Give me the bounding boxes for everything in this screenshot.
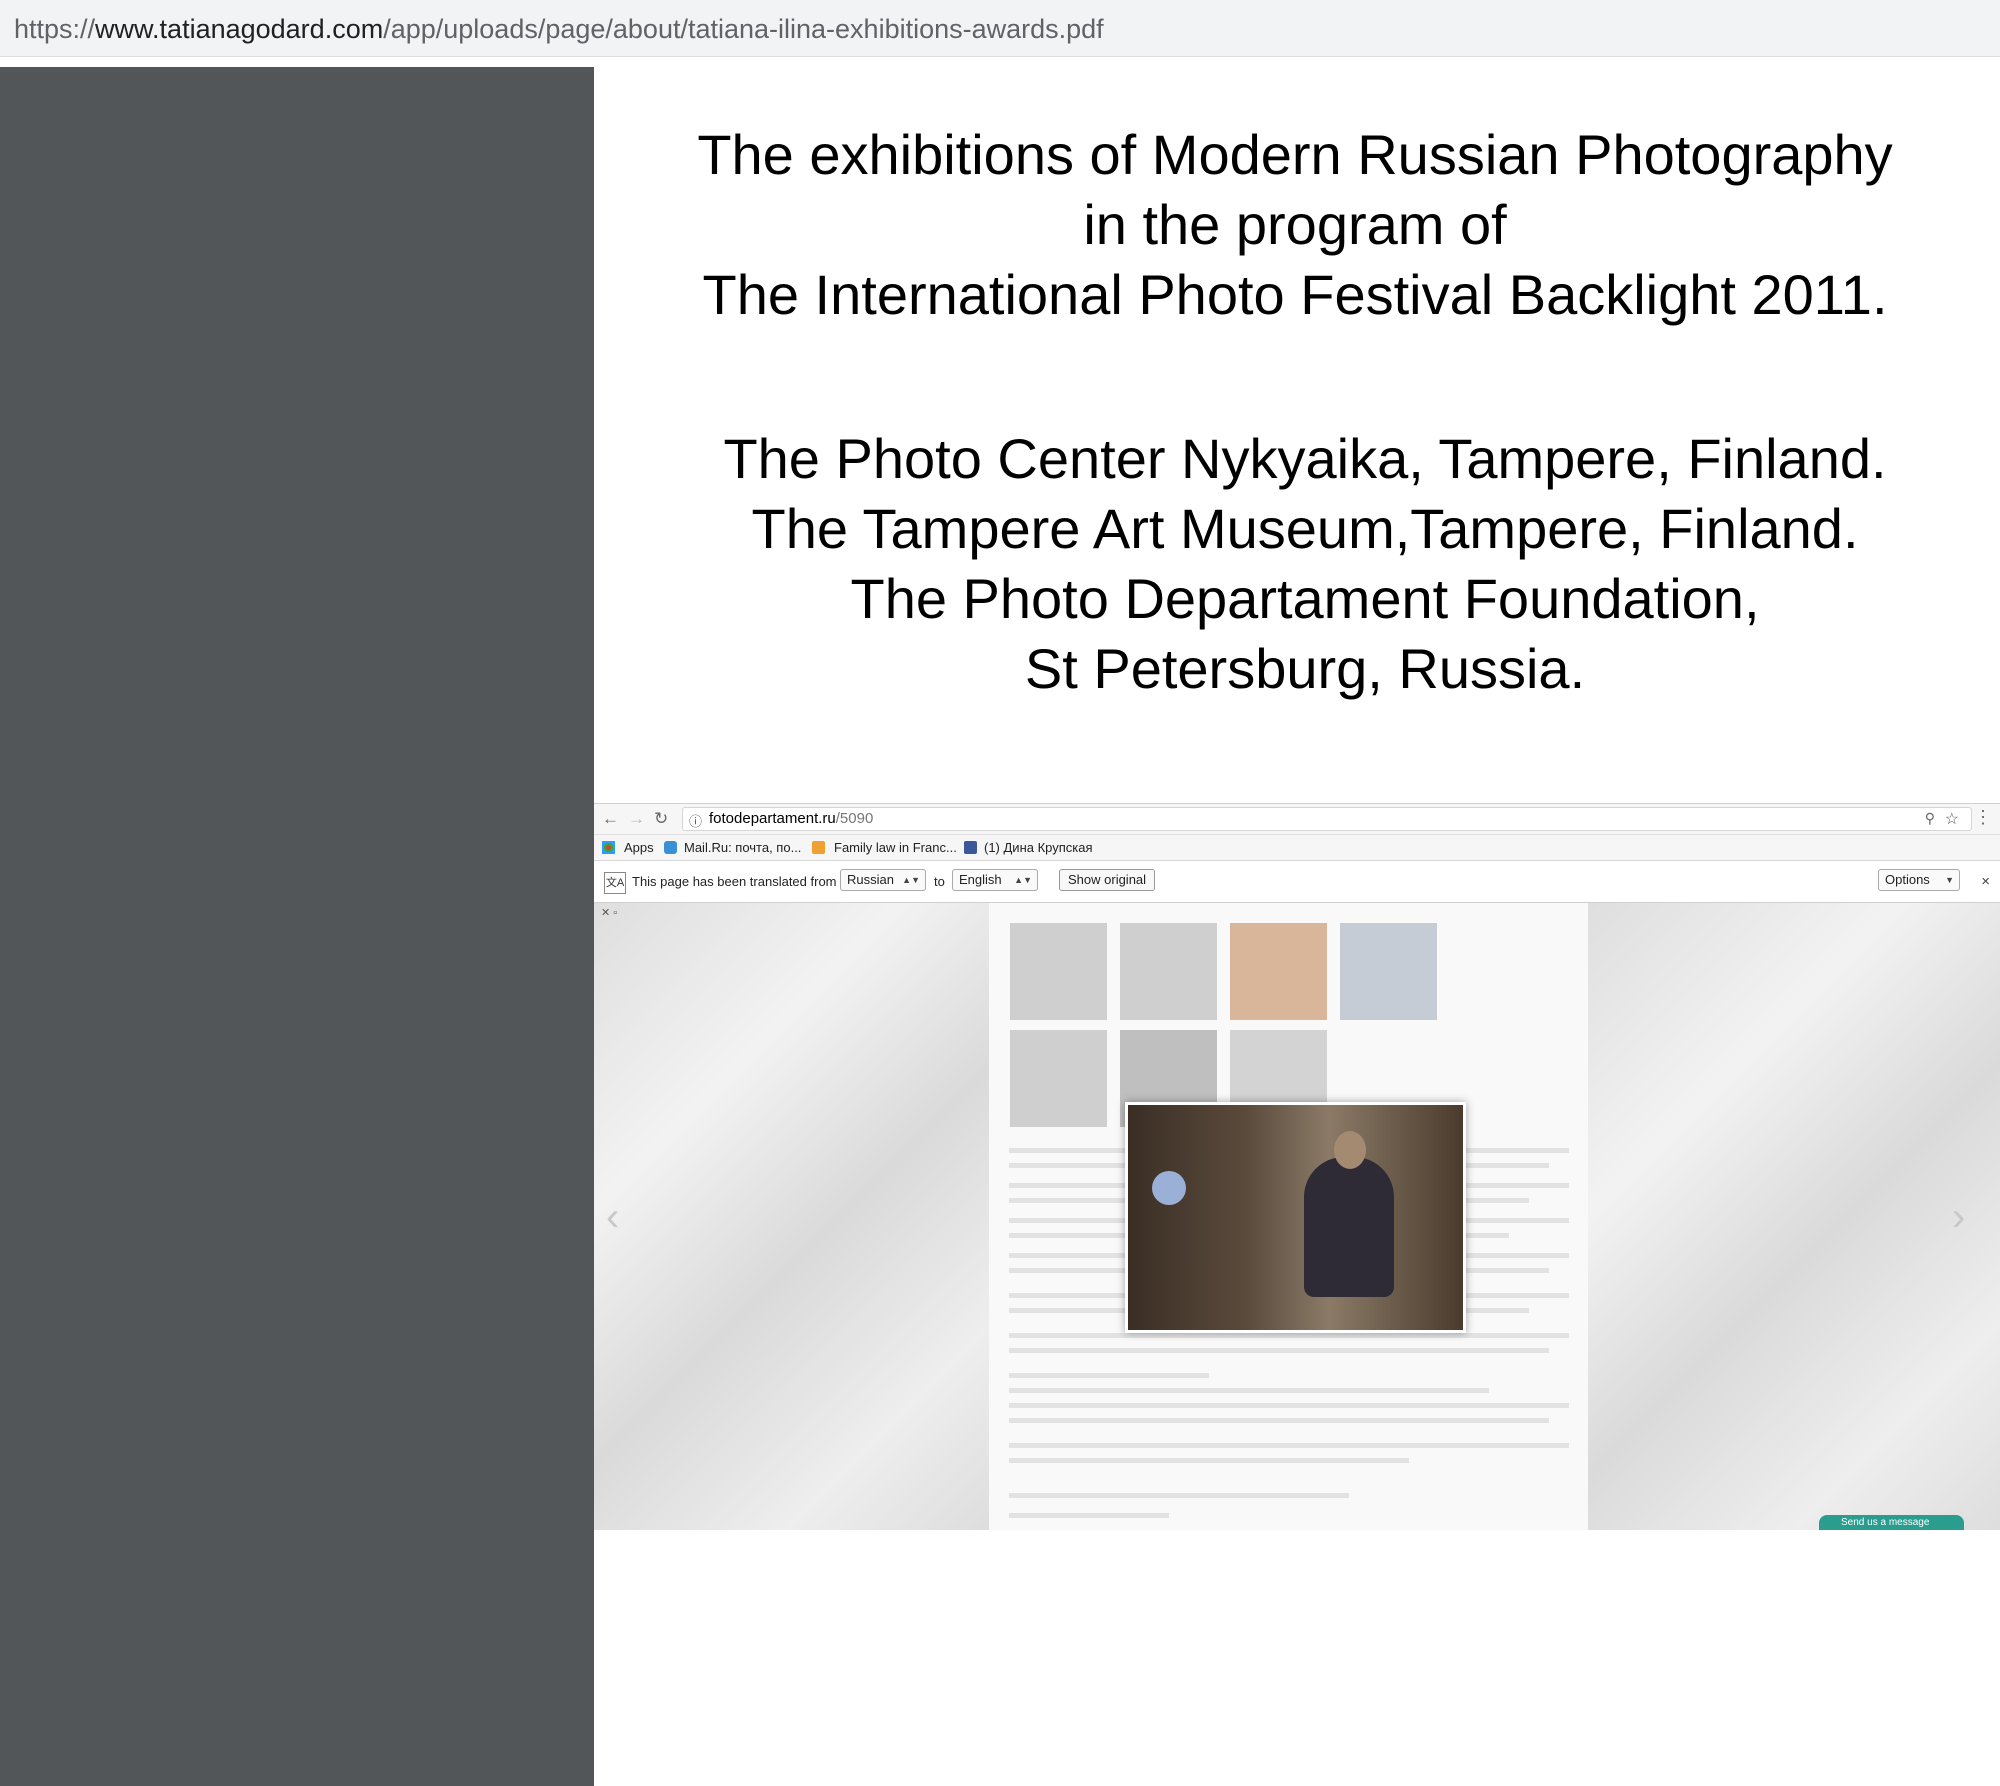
photo-thumbnail	[1230, 923, 1327, 1020]
menu-dots-icon: ⋮	[1974, 807, 1992, 827]
from-language: Russian	[847, 872, 894, 887]
venue-line: St Petersburg, Russia.	[1024, 637, 1586, 700]
bookmark-facebook: (1) Дина Крупская	[984, 840, 1093, 855]
reload-icon: ↻	[654, 809, 669, 828]
article-text-line	[1009, 1513, 1169, 1518]
url-text[interactable]: https://www.tatianagodard.com/app/upload…	[14, 12, 1104, 46]
lightbox-photo	[1125, 1102, 1466, 1333]
options-label: Options	[1885, 872, 1930, 887]
url-scheme: https://	[14, 14, 96, 44]
bookmark-w-icon	[812, 841, 825, 854]
venue-list: The Photo Center Nykyaika, Tampere, Finl…	[640, 424, 1970, 704]
url-host: www.tatianagodard.com	[95, 14, 384, 44]
address-bar[interactable]: https://www.tatianagodard.com/app/upload…	[0, 0, 2000, 57]
select-arrows-icon: ▲▼	[1014, 875, 1032, 885]
translate-close-icon: ×	[1981, 873, 1990, 890]
star-icon: ☆	[1944, 811, 1959, 828]
bookmark-mail: Mail.Ru: почта, по...	[684, 840, 802, 855]
gallery-background-right	[1588, 903, 2000, 1530]
embedded-url-host: fotodepartament.ru	[709, 810, 836, 827]
article-text-line	[1009, 1493, 1349, 1498]
photo-thumbnail	[1340, 923, 1437, 1020]
pdf-viewer-background	[0, 67, 594, 1786]
photo-thumbnail	[1010, 923, 1107, 1020]
venue-line: The Photo Departament Foundation,	[850, 567, 1760, 630]
embedded-url-path: /5090	[835, 810, 874, 827]
next-arrow-icon: ›	[1952, 1195, 1966, 1239]
translate-message: This page has been translated from	[632, 874, 837, 889]
article-text-line	[1009, 1458, 1409, 1463]
article-text-line	[1009, 1418, 1549, 1423]
mailru-icon	[664, 841, 677, 854]
article-text-line	[1009, 1348, 1549, 1353]
to-language: English	[959, 872, 1002, 887]
embedded-translate-bar: 文A This page has been translated from Ru…	[594, 861, 2000, 903]
photo-thumbnail	[1120, 923, 1217, 1020]
lightbox-close-icon: ✕ ▫	[601, 907, 618, 919]
photo-seated-man	[1304, 1157, 1394, 1297]
embedded-page-content: ✕ ▫ ‹ › Send us a message	[594, 903, 2000, 1530]
back-arrow-icon: ←	[602, 809, 619, 828]
bookmark-apps: Apps	[624, 840, 654, 855]
dropdown-arrow-icon: ▼	[1945, 875, 1954, 885]
translate-to-word: to	[934, 874, 945, 889]
url-path: /app/uploads/page/about/tatiana-ilina-ex…	[383, 14, 1104, 44]
title-line: in the program of	[1083, 193, 1507, 256]
zoom-icon: ⚲	[1924, 810, 1935, 826]
previous-arrow-icon: ‹	[606, 1195, 620, 1239]
article-text-line	[1009, 1388, 1489, 1393]
send-message-tab: Send us a message	[1819, 1515, 1964, 1530]
show-original-button: Show original	[1059, 869, 1156, 891]
photo-man-head	[1334, 1131, 1366, 1169]
article-text-line	[1009, 1333, 1569, 1338]
facebook-icon	[964, 841, 977, 854]
apps-grid-icon	[602, 841, 615, 854]
bookmark-family-law: Family law in Franc...	[834, 840, 957, 855]
title-line: The International Photo Festival Backlig…	[702, 263, 1888, 326]
photo-doll	[1152, 1171, 1186, 1205]
translate-icon: 文A	[604, 872, 626, 894]
embedded-browser-screenshot: ← → ↻ ⓘ fotodepartament.ru/5090 ⚲ ☆ ⋮ Ap…	[594, 803, 2000, 1530]
embedded-toolbar: ← → ↻ ⓘ fotodepartament.ru/5090 ⚲ ☆ ⋮	[594, 803, 2000, 835]
embedded-url: fotodepartament.ru/5090	[709, 810, 873, 827]
document-title: The exhibitions of Modern Russian Photog…	[620, 120, 1970, 330]
to-language-select: English ▲▼	[952, 869, 1038, 891]
photo-thumbnail	[1010, 1030, 1107, 1127]
forward-arrow-icon: →	[628, 809, 645, 828]
venue-line: The Photo Center Nykyaika, Tampere, Finl…	[723, 427, 1887, 490]
article-text-line	[1009, 1443, 1569, 1448]
venue-line: The Tampere Art Museum,Tampere, Finland.	[751, 497, 1859, 560]
select-arrows-icon: ▲▼	[902, 875, 920, 885]
options-select: Options ▼	[1878, 869, 1960, 891]
from-language-select: Russian ▲▼	[840, 869, 926, 891]
article-text-line	[1009, 1403, 1569, 1408]
embedded-bookmarks-bar: Apps Mail.Ru: почта, по... Family law in…	[594, 835, 2000, 861]
gallery-background-left	[594, 903, 989, 1530]
embedded-omnibox: ⓘ fotodepartament.ru/5090 ⚲ ☆	[682, 807, 1972, 831]
title-line: The exhibitions of Modern Russian Photog…	[697, 123, 1893, 186]
info-icon: ⓘ	[689, 814, 703, 829]
article-text-line	[1009, 1373, 1209, 1378]
